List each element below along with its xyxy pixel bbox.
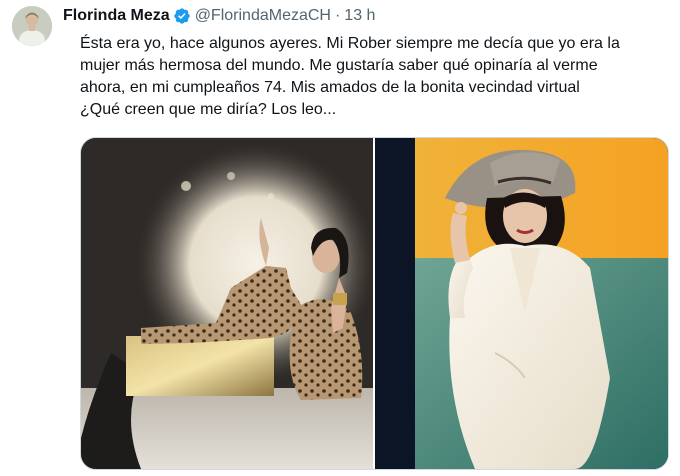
media-photo-right[interactable] bbox=[375, 138, 668, 469]
media-photo-left[interactable] bbox=[81, 138, 373, 469]
separator-dot: · bbox=[334, 7, 341, 24]
photo-reclining-woman bbox=[81, 138, 373, 469]
author-handle[interactable]: @FlorindaMezaCH bbox=[195, 7, 331, 25]
tweet-text: Ésta era yo, hace algunos ayeres. Mi Rob… bbox=[80, 35, 620, 118]
avatar[interactable] bbox=[12, 6, 52, 46]
avatar-photo bbox=[12, 6, 52, 46]
tweet-timestamp[interactable]: 13 h bbox=[344, 7, 375, 25]
author-name[interactable]: Florinda Meza bbox=[63, 7, 170, 25]
verified-badge-icon bbox=[174, 8, 190, 24]
photo-woman-with-hat bbox=[375, 138, 668, 469]
tweet-header: Florinda Meza @FlorindaMezaCH · 13 h bbox=[63, 5, 375, 27]
tweet-media bbox=[80, 137, 669, 470]
